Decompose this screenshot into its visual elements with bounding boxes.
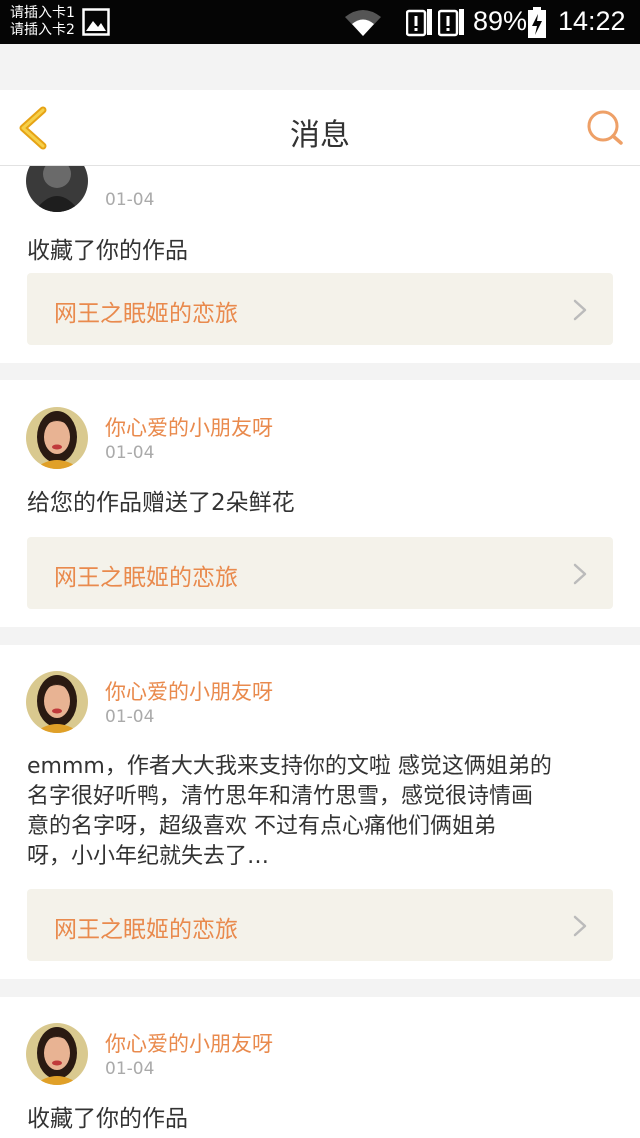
message-text: 给您的作品赠送了2朵鲜花 bbox=[27, 490, 295, 516]
message-card: 01-04 收藏了你的作品 网王之眠姬的恋旅 bbox=[0, 166, 640, 363]
message-date: 01-04 bbox=[105, 707, 155, 727]
username[interactable]: 你心爱的小朋友呀 bbox=[105, 676, 273, 706]
avatar[interactable] bbox=[26, 1023, 88, 1085]
message-text-line: 名字很好听鸭，清竹思年和清竹思雪，感觉很诗情画 bbox=[27, 784, 534, 809]
work-title: 网王之眠姬的恋旅 bbox=[54, 917, 238, 943]
message-text-line: emmm，作者大大我来支持你的文啦 感觉这俩姐弟的 bbox=[27, 754, 552, 779]
message-date: 01-04 bbox=[105, 190, 155, 210]
username[interactable]: 你心爱的小朋友呀 bbox=[105, 1028, 273, 1058]
work-link[interactable]: 网王之眠姬的恋旅 bbox=[27, 889, 613, 961]
work-link[interactable]: 网王之眠姬的恋旅 bbox=[27, 273, 613, 345]
chevron-right-icon bbox=[573, 299, 587, 321]
avatar[interactable] bbox=[26, 407, 88, 469]
avatar[interactable] bbox=[26, 166, 88, 212]
page-title: 消息 bbox=[290, 118, 350, 153]
message-card: 你心爱的小朋友呀 01-04 emmm，作者大大我来支持你的文啦 感觉这俩姐弟的… bbox=[0, 645, 640, 979]
message-card: 你心爱的小朋友呀 01-04 收藏了你的作品 bbox=[0, 997, 640, 1138]
message-text: 收藏了你的作品 bbox=[27, 238, 188, 264]
avatar[interactable] bbox=[26, 671, 88, 733]
sim-status: 请插入卡1 请插入卡2 bbox=[10, 5, 75, 39]
work-title: 网王之眠姬的恋旅 bbox=[54, 301, 238, 327]
nav-bar: 消息 bbox=[0, 90, 640, 166]
chevron-right-icon bbox=[573, 563, 587, 585]
work-link[interactable]: 网王之眠姬的恋旅 bbox=[27, 537, 613, 609]
message-feed[interactable]: 01-04 收藏了你的作品 网王之眠姬的恋旅 你心爱的小朋友呀 01-04 给您… bbox=[0, 166, 640, 1138]
message-text: emmm，作者大大我来支持你的文啦 感觉这俩姐弟的 名字很好听鸭，清竹思年和清竹… bbox=[27, 752, 627, 872]
battery-percent: 89% bbox=[473, 6, 528, 36]
message-card: 你心爱的小朋友呀 01-04 给您的作品赠送了2朵鲜花 网王之眠姬的恋旅 bbox=[0, 380, 640, 627]
clock: 14:22 bbox=[558, 6, 626, 36]
message-text-line: 意的名字呀，超级喜欢 不过有点心痛他们俩姐弟 bbox=[27, 814, 496, 839]
battery-charging-icon bbox=[528, 7, 546, 38]
sim2-label: 请插入卡2 bbox=[10, 22, 75, 38]
message-date: 01-04 bbox=[105, 443, 155, 463]
signal-sim2-icon bbox=[438, 9, 464, 37]
chevron-right-icon bbox=[573, 915, 587, 937]
image-notification-icon bbox=[82, 8, 110, 36]
search-icon[interactable] bbox=[584, 108, 624, 148]
work-title: 网王之眠姬的恋旅 bbox=[54, 565, 238, 591]
username[interactable]: 你心爱的小朋友呀 bbox=[105, 412, 273, 442]
message-date: 01-04 bbox=[105, 1059, 155, 1079]
status-bar: 请插入卡1 请插入卡2 89% 14:22 bbox=[0, 0, 640, 44]
message-text-line: 呀，小小年纪就失去了… bbox=[27, 844, 270, 869]
sim1-label: 请插入卡1 bbox=[10, 5, 75, 21]
top-spacer bbox=[0, 44, 640, 90]
message-text: 收藏了你的作品 bbox=[27, 1106, 188, 1132]
wifi-icon bbox=[345, 10, 381, 36]
back-arrow-icon[interactable] bbox=[14, 106, 54, 150]
signal-sim1-icon bbox=[406, 9, 432, 37]
